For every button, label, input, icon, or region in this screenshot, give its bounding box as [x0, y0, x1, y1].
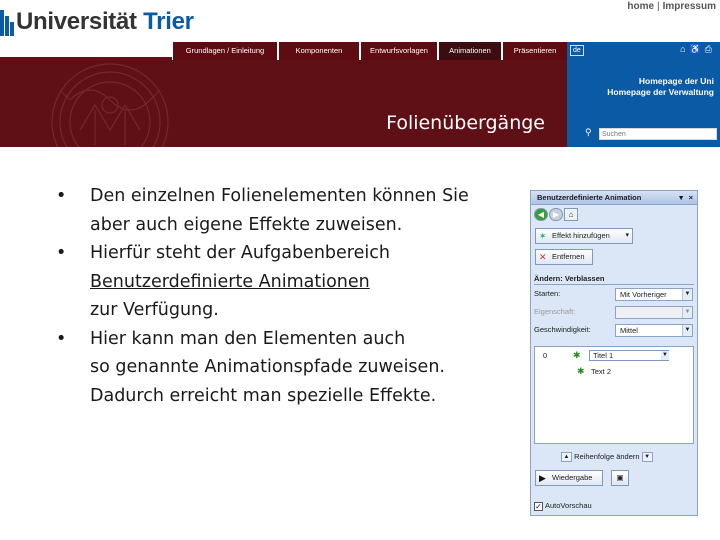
- university-seal-watermark: [51, 63, 169, 147]
- nav-spacer: [0, 42, 172, 60]
- home-link[interactable]: home: [627, 1, 654, 12]
- effect-star-icon: ✱: [577, 366, 585, 376]
- start-select[interactable]: Mit Vorheriger ▼: [615, 288, 693, 301]
- pane-navigation: ◀ ▶ ⌂: [534, 208, 579, 222]
- pane-title: Benutzerdefinierte Animation: [537, 193, 642, 202]
- slideshow-icon: ▣: [616, 473, 624, 482]
- language-switch[interactable]: de: [570, 45, 584, 56]
- start-label: Starten:: [534, 289, 561, 298]
- bullet-item: • Hier kann man den Elementen auch so ge…: [56, 325, 526, 411]
- header-side-panel: de ⌂♿⎙ Homepage der Uni Homepage der Ver…: [567, 42, 720, 147]
- reorder-row: ▲ Reihenfolge ändern ▼: [561, 452, 653, 463]
- play-icon: ▶: [539, 473, 546, 483]
- sitemap-icon[interactable]: ⌂: [680, 44, 689, 54]
- add-effect-button[interactable]: ✶ Effekt hinzufügen ▾: [535, 228, 633, 244]
- property-select: ▼: [615, 306, 693, 319]
- chevron-down-icon: ▼: [682, 325, 692, 336]
- bullet-item: • Den einzelnen Folienelementen können S…: [56, 182, 526, 239]
- tab-entwurfsvorlagen[interactable]: Entwurfsvorlagen: [361, 42, 437, 60]
- tab-komponenten[interactable]: Komponenten: [279, 42, 359, 60]
- print-icon[interactable]: ⎙: [705, 44, 716, 54]
- main-navigation: Grundlagen / Einleitung Komponenten Entw…: [0, 42, 567, 60]
- bullet-dot: •: [56, 243, 67, 263]
- panel-links: Homepage der Uni Homepage der Verwaltung: [607, 76, 714, 98]
- animation-list[interactable]: 0 ✱ Titel 1 ▼ ✱ Text 2: [534, 346, 694, 444]
- chevron-down-icon: ▼: [682, 289, 692, 300]
- chevron-down-icon[interactable]: ▼: [661, 351, 669, 360]
- bullet-dot: •: [56, 328, 67, 349]
- move-up-icon[interactable]: ▲: [561, 452, 572, 463]
- search-row: ⚲: [585, 127, 717, 140]
- accessibility-icon[interactable]: ♿: [690, 44, 705, 54]
- autopreview-label: AutoVorschau: [545, 501, 592, 510]
- animation-item[interactable]: 0 ✱ Titel 1 ▼: [535, 349, 693, 362]
- slide-title: Folienübergänge: [386, 112, 545, 134]
- tab-grundlagen[interactable]: Grundlagen / Einleitung: [173, 42, 277, 60]
- custom-animation-pane: Benutzerdefinierte Animation ▾ × ◀ ▶ ⌂ ✶ E…: [530, 190, 698, 516]
- speed-select[interactable]: Mittel ▼: [615, 324, 693, 337]
- pane-title-bar: Benutzerdefinierte Animation ▾ ×: [531, 191, 697, 205]
- add-effect-icon: ✶: [539, 231, 547, 241]
- effect-star-icon: ✱: [573, 350, 581, 360]
- animation-label: Titel 1: [593, 351, 614, 360]
- bullet-line: Hierfür steht der Aufgabenbereich: [90, 243, 390, 263]
- animation-number: 0: [543, 351, 548, 360]
- move-down-icon[interactable]: ▼: [641, 452, 653, 463]
- university-logo-icon: [0, 10, 14, 36]
- impressum-link[interactable]: Impressum: [663, 1, 716, 12]
- bullet-list: • Den einzelnen Folienelementen können S…: [56, 182, 526, 410]
- back-icon[interactable]: ◀: [534, 208, 548, 221]
- remove-button[interactable]: ✕ Entfernen: [535, 249, 593, 265]
- animation-item[interactable]: ✱ Text 2: [535, 365, 693, 378]
- bullet-line: Dadurch erreicht man spezielle Effekte.: [90, 385, 437, 406]
- search-input[interactable]: [599, 128, 717, 140]
- animation-label: Text 2: [591, 367, 612, 376]
- speed-label: Geschwindigkeit:: [534, 325, 591, 334]
- slideshow-button[interactable]: ▣: [611, 470, 629, 486]
- tab-praesentieren[interactable]: Präsentieren: [503, 42, 567, 60]
- tab-animationen[interactable]: Animationen: [439, 42, 501, 60]
- autopreview-checkbox[interactable]: ✓: [534, 501, 543, 511]
- bullet-line: so genannte Animationspfade zuweisen.: [90, 357, 445, 377]
- chevron-down-icon: ▼: [682, 307, 692, 318]
- bullet-line: Hier kann man den Elementen auch: [90, 328, 406, 349]
- close-icon[interactable]: ×: [689, 191, 693, 205]
- change-section-header: Ändern: Verblassen: [534, 273, 694, 285]
- bullet-line: Den einzelnen Folienelementen können Sie: [90, 186, 469, 206]
- search-icon: ⚲: [585, 127, 592, 137]
- property-label: Eigenschaft:: [534, 307, 576, 316]
- header-banner: Folienübergänge: [0, 60, 567, 147]
- home-icon[interactable]: ⌂: [564, 208, 578, 221]
- chevron-down-icon: ▾: [625, 232, 629, 239]
- play-button[interactable]: ▶ Wiedergabe: [535, 470, 603, 486]
- bullet-line: zur Verfügung.: [90, 300, 219, 320]
- bullet-line-underlined: Benutzerdefinierte Animationen: [90, 268, 526, 297]
- bullet-line: aber auch eigene Effekte zuweisen.: [90, 214, 403, 235]
- bullet-item: • Hierfür steht der Aufgabenbereich Benu…: [56, 239, 526, 325]
- link-separator: |: [657, 1, 660, 12]
- bullet-dot: •: [56, 186, 67, 206]
- header-bar: Universität Trier home | Impressum: [0, 0, 720, 42]
- panel-icons: ⌂♿⎙: [680, 44, 716, 55]
- remove-icon: ✕: [539, 252, 547, 262]
- reorder-label: Reihenfolge ändern: [574, 452, 640, 461]
- autopreview-row: ✓ AutoVorschau: [534, 501, 592, 511]
- pane-menu-icon[interactable]: ▾: [679, 191, 683, 205]
- homepage-verwaltung-link[interactable]: Homepage der Verwaltung: [607, 87, 714, 98]
- forward-icon[interactable]: ▶: [549, 208, 563, 221]
- homepage-uni-link[interactable]: Homepage der Uni: [607, 76, 714, 87]
- task-pane-name: Benutzerdefinierte Animationen: [90, 271, 370, 292]
- university-logo[interactable]: Universität Trier: [16, 8, 194, 36]
- top-links: home | Impressum: [627, 1, 716, 12]
